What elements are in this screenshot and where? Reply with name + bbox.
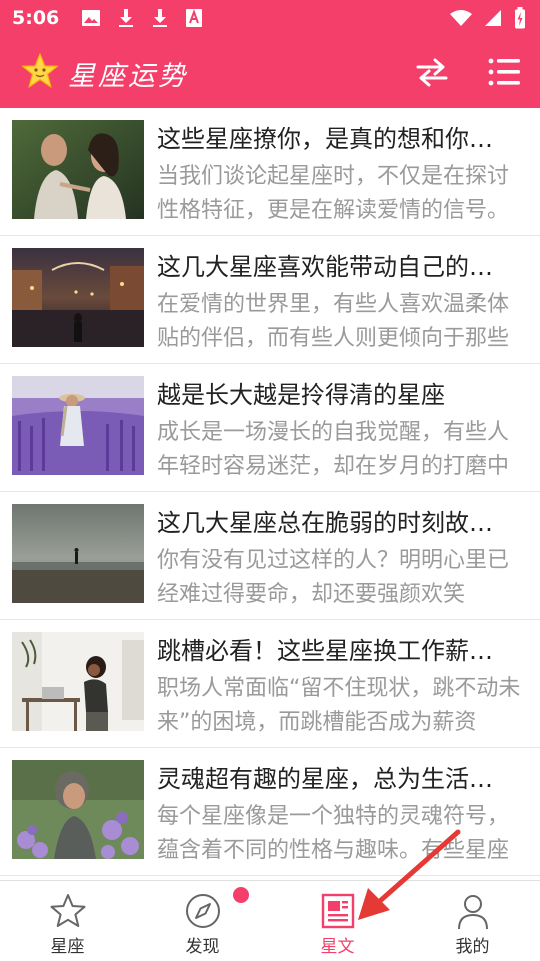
article-thumbnail: [12, 376, 144, 475]
article-summary: 职场人常面临“留不住现状，跳不动未来”的困境，而跳槽能否成为薪资: [157, 676, 521, 735]
article-title: 这几大星座喜欢能带动自己的…: [157, 253, 493, 281]
notification-icons: [81, 8, 203, 28]
profile-icon: [457, 895, 488, 930]
article-item[interactable]: 灵魂超有趣的星座，总为生活… 每个星座像是一个独特的灵魂符号，蕴含着不同的性格与…: [0, 748, 540, 876]
tab-discover[interactable]: 发现: [135, 881, 270, 961]
article-summary: 你有没有见过这样的人？明明心里已经难过得要命，却还要强颜欢笑: [157, 548, 510, 607]
tab-label: 星座: [50, 937, 85, 957]
article-thumbnail: [12, 120, 144, 219]
app-bar: 星座运势: [0, 36, 540, 108]
wifi-icon: [450, 10, 472, 26]
download-icon: [119, 9, 134, 27]
download-icon-2: [153, 9, 168, 27]
font-icon: [186, 9, 203, 27]
tab-articles[interactable]: 星文: [270, 881, 405, 961]
swap-icon[interactable]: [414, 56, 450, 88]
article-title: 这些星座撩你，是真的想和你…: [157, 125, 493, 153]
article-title: 灵魂超有趣的星座，总为生活…: [157, 765, 493, 793]
article-summary: 每个星座像是一个独特的灵魂符号，蕴含着不同的性格与趣味。有些星座: [157, 804, 510, 863]
tab-label: 星文: [320, 937, 355, 957]
article-title: 越是长大越是拎得清的星座: [157, 381, 445, 409]
article-item[interactable]: 越是长大越是拎得清的星座 成长是一场漫长的自我觉醒，有些人年轻时容易迷茫，却在岁…: [0, 364, 540, 492]
system-icons: [450, 7, 526, 29]
article-thumbnail: [12, 632, 144, 731]
article-summary: 当我们谈论起星座时，不仅是在探讨性格特征，更是在解读爱情的信号。: [157, 164, 510, 223]
menu-list-icon[interactable]: [486, 56, 522, 88]
article-item[interactable]: 这些星座撩你，是真的想和你… 当我们谈论起星座时，不仅是在探讨性格特征，更是在解…: [0, 108, 540, 236]
article-item[interactable]: 这几大星座总在脆弱的时刻故… 你有没有见过这样的人？明明心里已经难过得要命，却还…: [0, 492, 540, 620]
notification-badge-dot: [232, 887, 249, 903]
star-logo-icon: [21, 53, 59, 88]
battery-icon: [515, 7, 525, 29]
article-thumbnail: [12, 760, 144, 859]
status-bar: 5:06: [0, 0, 540, 36]
tab-label: 我的: [455, 937, 490, 957]
article-summary: 在爱情的世界里，有些人喜欢温柔体贴的伴侣，而有些人则更倾向于那些: [157, 292, 510, 351]
article-thumbnail: [12, 504, 144, 603]
article-list: 这些星座撩你，是真的想和你… 当我们谈论起星座时，不仅是在探讨性格特征，更是在解…: [0, 108, 540, 880]
article-title: 跳槽必看！这些星座换工作薪…: [157, 637, 493, 665]
tab-label: 发现: [185, 937, 220, 957]
image-icon: [82, 10, 101, 26]
star-icon: [50, 894, 85, 927]
tab-profile[interactable]: 我的: [405, 881, 540, 961]
signal-icon: [485, 10, 501, 26]
compass-icon: [185, 894, 220, 928]
article-item[interactable]: 跳槽必看！这些星座换工作薪… 职场人常面临“留不住现状，跳不动未来”的困境，而跳…: [0, 620, 540, 748]
article-icon: [321, 893, 354, 929]
article-item[interactable]: 这几大星座喜欢能带动自己的… 在爱情的世界里，有些人喜欢温柔体贴的伴侣，而有些人…: [0, 236, 540, 364]
status-time: 5:06: [12, 7, 60, 29]
bottom-tab-bar: 星座 发现 星文 我的: [0, 880, 540, 961]
article-summary: 成长是一场漫长的自我觉醒，有些人年轻时容易迷茫，却在岁月的打磨中: [157, 420, 510, 479]
tab-horoscope[interactable]: 星座: [0, 881, 135, 961]
app-title: 星座运势: [68, 61, 188, 92]
article-title: 这几大星座总在脆弱的时刻故…: [157, 509, 493, 537]
article-thumbnail: [12, 248, 144, 347]
